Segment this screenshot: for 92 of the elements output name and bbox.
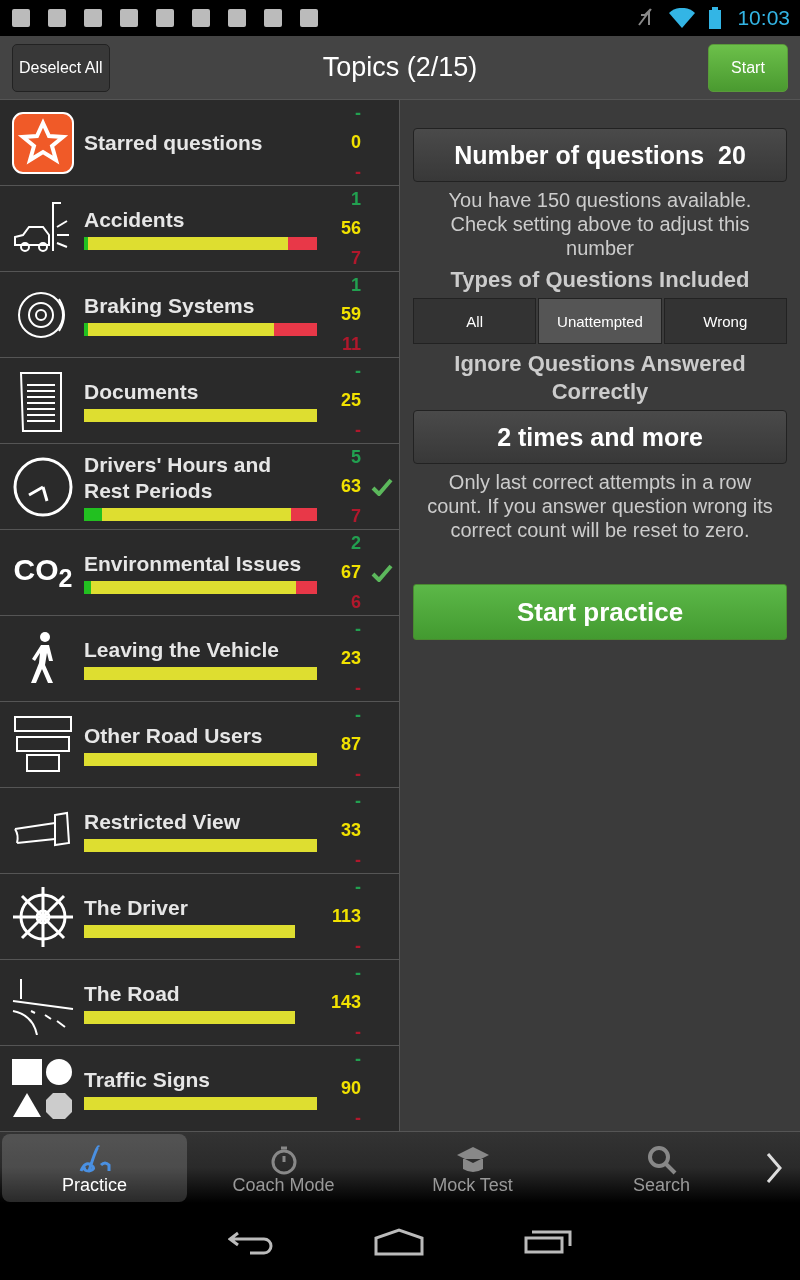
correct-count: 1 (351, 274, 361, 296)
wrong-count: - (355, 935, 361, 957)
topic-row[interactable]: The Driver - 113 - (0, 874, 399, 960)
ignore-note: Only last correct attempts in a row count. If you answer question wrong its correct count will be reset to zero. (426, 470, 774, 542)
wrong-count: 11 (341, 333, 361, 355)
correct-count: - (355, 1048, 361, 1070)
question-type-tab[interactable]: Wrong (663, 298, 787, 344)
correct-count: 1 (351, 188, 361, 210)
traffic-signs-icon (11, 1056, 75, 1121)
topic-row[interactable]: Accidents 1 56 7 (0, 186, 399, 272)
topic-name: Drivers' Hours and Rest Periods (84, 452, 273, 504)
notification-icon (82, 7, 104, 29)
topic-row[interactable]: Starred questions - 0 - (0, 100, 399, 186)
wrong-count: 6 (351, 591, 361, 613)
wrong-count: - (355, 161, 361, 183)
wrong-count: - (355, 419, 361, 441)
correct-count: - (355, 704, 361, 726)
total-count: 23 (340, 648, 361, 669)
ignore-heading: Ignore Questions Answered Correctly (453, 350, 747, 406)
notification-icon (190, 7, 212, 29)
total-count: 113 (331, 906, 361, 927)
bottom-tab[interactable]: Mock Test (380, 1133, 565, 1202)
home-icon[interactable] (374, 1227, 424, 1256)
notification-icon (46, 7, 68, 29)
question-type-tab[interactable]: Unattempted (538, 298, 662, 344)
bottom-tab[interactable]: Practice (2, 1133, 187, 1202)
correct-count: - (355, 360, 361, 382)
topic-name: Braking Systems (84, 293, 256, 319)
wrong-count: - (355, 1107, 361, 1129)
notification-icon (298, 7, 320, 29)
topic-row[interactable]: The Road - 143 - (0, 960, 399, 1046)
total-count: 56 (340, 218, 361, 239)
wrong-count: - (355, 763, 361, 785)
battery-icon (709, 7, 722, 29)
notification-icon (262, 7, 284, 29)
topic-name: Environmental Issues (84, 551, 303, 577)
ignore-count-button[interactable]: 2 times and more (413, 410, 787, 464)
notification-icon (226, 7, 248, 29)
total-count: 67 (340, 562, 361, 583)
topic-name: Accidents (84, 207, 186, 233)
correct-count: 5 (351, 446, 361, 468)
clock-time: 10:03 (737, 6, 790, 30)
notification-icon (118, 7, 140, 29)
topic-name: Documents (84, 379, 200, 405)
topic-row[interactable]: Leaving the Vehicle - 23 - (0, 616, 399, 702)
correct-count: 2 (351, 532, 361, 554)
topic-name: The Road (84, 981, 181, 1007)
total-count: 0 (351, 132, 361, 153)
question-type-tab[interactable]: All (413, 298, 537, 344)
total-count: 87 (340, 734, 361, 755)
total-count: 63 (340, 476, 361, 497)
bottom-tab[interactable]: Coach Mode (191, 1133, 376, 1202)
topic-name: Restricted View (84, 809, 241, 835)
wrong-count: - (355, 849, 361, 871)
topic-name: Leaving the Vehicle (84, 637, 280, 663)
screen-title: Topics (2/15) (322, 52, 478, 83)
wrong-count: - (355, 677, 361, 699)
wrong-count: 7 (351, 505, 361, 527)
chevron-right-icon[interactable] (764, 1151, 784, 1184)
steering-wheel-icon (11, 884, 75, 949)
total-count: 90 (340, 1078, 361, 1099)
topic-name: Traffic Signs (84, 1067, 212, 1093)
total-count: 59 (340, 304, 361, 325)
correct-count: - (355, 876, 361, 898)
question-count-button[interactable]: Number of questions 20 (413, 128, 787, 182)
wifi-icon (669, 8, 696, 28)
correct-count: - (355, 790, 361, 812)
topic-row[interactable]: Braking Systems 1 59 11 (0, 272, 399, 358)
notification-icon (10, 7, 32, 29)
types-heading: Types of Questions Included (449, 266, 751, 294)
topic-row[interactable]: Drivers' Hours and Rest Periods 5 63 7 (0, 444, 399, 530)
wrong-count: 7 (351, 247, 361, 269)
correct-count: - (355, 102, 361, 124)
total-count: 33 (340, 820, 361, 841)
total-count: 143 (330, 992, 361, 1013)
deselect-all-button[interactable]: Deselect All (12, 43, 110, 92)
wrong-count: - (355, 1021, 361, 1043)
questions-available-note: You have 150 questions available. Check setting above to adjust this number (447, 188, 753, 260)
topic-name: Starred questions (84, 129, 264, 156)
topic-row[interactable]: Restricted View - 33 - (0, 788, 399, 874)
correct-count: - (355, 618, 361, 640)
co2-icon: CO$_{2}$ (13, 552, 73, 593)
bottom-tab[interactable]: Search (569, 1133, 754, 1202)
topic-row[interactable]: Other Road Users - 87 - (0, 702, 399, 788)
total-count: 25 (340, 390, 361, 411)
topic-row[interactable]: CO$_{2}$ Environmental Issues 2 67 6 (0, 530, 399, 616)
notification-icon (154, 7, 176, 29)
topic-name: Other Road Users (84, 723, 264, 749)
search-icon (645, 1144, 678, 1175)
topic-row[interactable]: Documents - 25 - (0, 358, 399, 444)
correct-count: - (355, 962, 361, 984)
topic-name: The Driver (84, 895, 189, 921)
